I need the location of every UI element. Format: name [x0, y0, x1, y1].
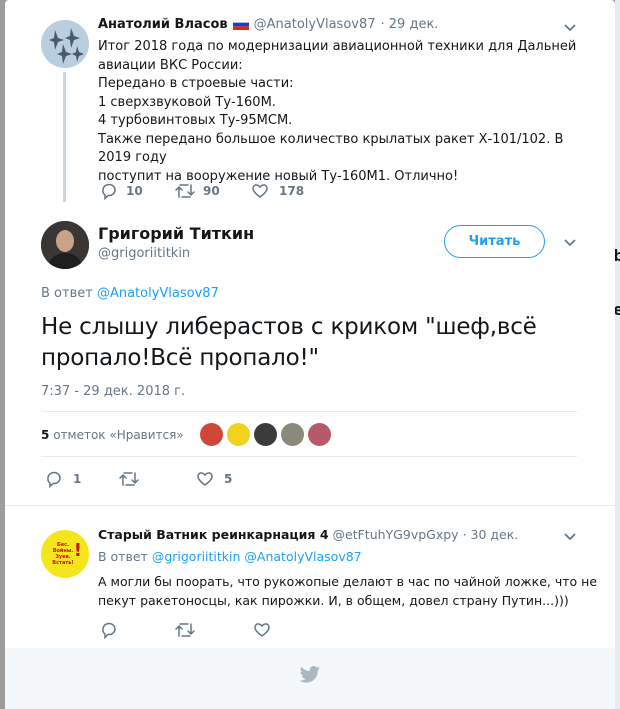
reply-tweet-text: А могли бы поорать, что рукожопые делают… — [98, 573, 598, 610]
reply-to-link[interactable]: @grigoriititkin — [152, 549, 241, 564]
parent-retweet-button[interactable]: 90 — [175, 182, 220, 200]
heart-icon — [252, 184, 268, 198]
reply-icon — [47, 471, 61, 488]
reply-author-handle[interactable]: @etFtuhYG9vpGxpy — [333, 527, 459, 542]
main-tweet-line: Не слышу либерастов с криком "шеф,всё — [41, 314, 537, 340]
reply-author-name[interactable]: Старый Ватник реинкарнация 4 — [98, 527, 329, 542]
exclamation-icon: ! — [73, 540, 82, 561]
reply-to-link[interactable]: @AnatolyVlasov87 — [97, 286, 219, 301]
twitter-bird-icon — [299, 666, 320, 683]
likers-avatars — [200, 423, 331, 446]
parent-tweet-line: Итог 2018 года по модернизации авиационн… — [98, 39, 577, 54]
parent-author-name[interactable]: Анатолий Власов — [98, 17, 228, 32]
main-reply-count: 1 — [73, 472, 82, 486]
likes-summary[interactable]: 5 отметок «Нравится» — [41, 428, 184, 442]
retweet-icon — [119, 472, 139, 486]
reply-to-link[interactable]: @AnatolyVlasov87 — [244, 549, 361, 564]
reply-like-button[interactable] — [253, 621, 271, 639]
reply-tweet-line: А могли бы поорать, что рукожопые делают… — [98, 574, 598, 589]
reply-author-avatar[interactable]: Бес. Войны. Зуев. Встать! ! — [41, 530, 89, 578]
main-like-button[interactable]: 5 — [196, 470, 232, 488]
retweet-icon — [175, 623, 195, 637]
main-author-name[interactable]: Григорий Титкин — [98, 224, 254, 243]
reply-tweet-date[interactable]: · 30 дек. — [463, 527, 519, 542]
liker-avatar[interactable] — [308, 423, 331, 446]
thread-line — [63, 72, 66, 202]
parent-reply-count: 10 — [126, 184, 143, 198]
parent-tweet-text: Итог 2018 года по модернизации авиационн… — [98, 38, 598, 186]
parent-tweet-line: 4 турбовинтовых Ту-95МСМ. — [98, 113, 293, 128]
parent-like-button[interactable]: 178 — [251, 182, 304, 200]
parent-tweet-line: авиации ВКС России: — [98, 57, 243, 73]
main-author-avatar[interactable] — [41, 221, 89, 269]
liker-avatar[interactable] — [227, 423, 250, 446]
liker-avatar[interactable] — [281, 423, 304, 446]
parent-tweet-date[interactable]: · 29 дек. — [381, 17, 439, 32]
reply-prefix: В ответ — [41, 286, 93, 301]
likes-count: 5 — [41, 428, 50, 442]
reply-reply-context: В ответ @grigoriititkin @AnatolyVlasov87 — [98, 549, 362, 564]
chevron-down-icon[interactable] — [563, 532, 577, 542]
liker-avatar[interactable] — [200, 423, 223, 446]
divider — [41, 456, 577, 457]
chevron-down-icon[interactable] — [563, 23, 577, 33]
modal-footer — [5, 648, 615, 709]
parent-tweet-line: Также передано большое количество крылат… — [98, 131, 564, 166]
main-retweet-button[interactable] — [119, 470, 139, 488]
main-tweet-line: пропало!Всё пропало!" — [41, 345, 319, 371]
follow-button[interactable]: Читать — [444, 225, 545, 258]
main-reply-context: В ответ @AnatolyVlasov87 — [41, 286, 219, 301]
main-reply-button[interactable]: 1 — [45, 470, 81, 488]
main-tweet-timestamp[interactable]: 7:37 - 29 дек. 2018 г. — [41, 384, 185, 399]
parent-reply-button[interactable]: 10 — [100, 182, 143, 200]
liker-avatar[interactable] — [254, 423, 277, 446]
main-like-count: 5 — [224, 472, 233, 486]
parent-tweet-line: 1 сверхзвуковой Ту-160М. — [98, 94, 276, 110]
russia-flag-icon — [232, 18, 249, 31]
parent-tweet-line: поступит на вооружение новый Ту-160М1. О… — [98, 168, 459, 184]
reply-reply-button[interactable] — [100, 621, 118, 639]
reply-prefix: В ответ — [98, 549, 148, 564]
reply-tweet-line: пекут ракетоносцы, как пирожки. И, в общ… — [98, 592, 569, 608]
divider — [41, 411, 577, 412]
heart-icon — [254, 623, 270, 637]
tweet-modal: Анатолий Власов @AnatolyVlasov87 · 29 де… — [5, 0, 615, 709]
parent-tweet-header: Анатолий Власов @AnatolyVlasov87 · 29 де… — [98, 17, 438, 32]
parent-author-avatar[interactable] — [41, 20, 89, 68]
reply-icon — [102, 622, 116, 639]
main-author-handle[interactable]: @grigoriititkin — [98, 246, 190, 261]
parent-retweet-count: 90 — [203, 184, 220, 198]
parent-like-count: 178 — [279, 184, 305, 198]
retweet-icon — [175, 184, 195, 198]
parent-author-handle[interactable]: @AnatolyVlasov87 — [254, 17, 376, 32]
divider — [5, 505, 615, 506]
main-tweet-text: Не слышу либерастов с криком "шеф,всё пр… — [41, 312, 601, 374]
reply-icon — [102, 183, 116, 200]
reply-retweet-button[interactable] — [175, 621, 195, 639]
reply-tweet-header: Старый Ватник реинкарнация 4 @etFtuhYG9v… — [98, 527, 518, 542]
likes-label: отметок «Нравится» — [53, 428, 184, 442]
background-page — [615, 0, 620, 709]
heart-icon — [197, 472, 213, 486]
parent-tweet-line: Передано в строевые части: — [98, 76, 294, 91]
chevron-down-icon[interactable] — [563, 238, 577, 248]
